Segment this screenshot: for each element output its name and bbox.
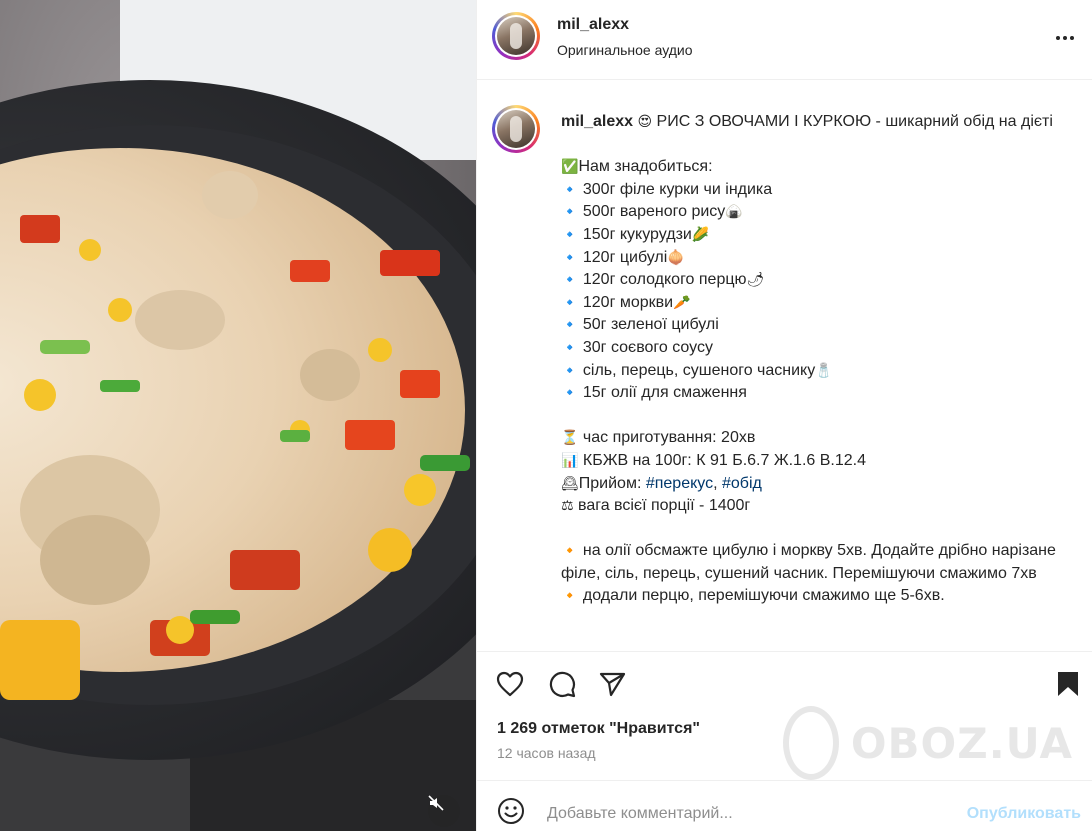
caption-text: 50г зеленої цибулі (578, 316, 719, 334)
caption-avatar[interactable] (492, 105, 540, 153)
caption-text: на олії обсмажте цибулю і моркву 5хв. До… (561, 542, 1056, 582)
speaker-muted-icon (428, 795, 444, 811)
caption-line (561, 134, 1071, 157)
caption-area: mil_alexx 😍 РИС З ОВОЧАМИ І КУРКОЮ - шик… (477, 81, 1092, 650)
caption-text: 500г вареного рису (578, 203, 726, 221)
caption-text: час приготування: 20хв (578, 429, 756, 447)
emoji-icon: 🕰 (561, 475, 579, 492)
caption-line: 🕰Прийом: #перекус, #обід (561, 474, 762, 492)
emoji-icon: 😍 (637, 114, 653, 130)
emoji-icon: 🔹 (561, 362, 579, 379)
caption-line: 📊 КБЖВ на 100г: К 91 Б.6.7 Ж.1.6 В.12.4 (561, 450, 1071, 473)
post-time[interactable]: 12 часов назад (497, 745, 596, 761)
caption-text: сіль, перець, сушеного часнику (578, 361, 816, 379)
caption-text: РИС З ОВОЧАМИ І КУРКОЮ - шикарний обід н… (652, 113, 1053, 130)
mute-button[interactable] (428, 795, 460, 827)
comment-icon (549, 671, 576, 698)
caption-line: 🔸 на олії обсмажте цибулю і моркву 5хв. … (561, 540, 1071, 585)
caption-text: 300г філе курки чи індика (578, 180, 773, 198)
food-photo (0, 0, 476, 831)
emoji-icon: 🔹 (561, 294, 579, 311)
watermark: OBOZ.UA (783, 703, 1073, 783)
caption-text: Нам знадобиться: (578, 158, 713, 176)
emoji-icon: 🌽 (691, 226, 710, 243)
emoji-icon: 🔹 (561, 181, 579, 198)
bookmark-icon (1058, 672, 1078, 696)
emoji-icon: 🔹 (561, 385, 579, 402)
caption-text: 15г олії для смаження (578, 384, 747, 402)
caption-text: 120г солодкого перцю (578, 271, 747, 289)
caption-line: 🔹 300г філе курки чи індика (561, 179, 1071, 202)
heart-icon (496, 671, 524, 697)
more-options-button[interactable] (1053, 26, 1077, 50)
username-link[interactable]: mil_alexx (557, 16, 629, 34)
audio-label[interactable]: Оригинальное аудио (557, 42, 693, 58)
comment-button[interactable] (547, 669, 577, 699)
emoji-button[interactable] (497, 797, 525, 825)
caption-text: 150г кукурудзи (578, 225, 692, 243)
caption-username-link[interactable]: mil_alexx (561, 113, 638, 130)
emoji-icon: 🔹 (561, 339, 579, 356)
emoji-icon: 🧂 (815, 362, 833, 379)
caption-line: 🔹 сіль, перець, сушеного часнику🧂 (561, 360, 1071, 383)
emoji-icon: 🌶 (746, 272, 765, 289)
watermark-brand: OBOZ.UA (850, 718, 1073, 768)
post-media-image[interactable] (0, 0, 476, 831)
emoji-icon: 🔸 (561, 543, 579, 560)
post-header: mil_alexx Оригинальное аудио (477, 0, 1092, 80)
caption-title: mil_alexx 😍 РИС З ОВОЧАМИ І КУРКОЮ - шик… (561, 111, 1071, 134)
caption-line (561, 518, 1071, 541)
caption-text: КБЖВ на 100г: К 91 Б.6.7 Ж.1.6 В.12.4 (578, 451, 866, 469)
caption-line: 🔹 50г зеленої цибулі (561, 314, 1071, 337)
publish-button[interactable]: Опубликовать (967, 805, 1081, 823)
caption-line: 🔹 150г кукурудзи🌽 (561, 224, 1071, 247)
emoji-icon: 📊 (561, 452, 579, 469)
emoji-icon: 🔸 (561, 588, 579, 605)
caption-line: ⚖ вага всієї порції - 1400г (561, 495, 1071, 518)
avatar[interactable] (492, 12, 540, 60)
action-bar (477, 651, 1092, 711)
caption-line: 🔹 120г солодкого перцю🌶 (561, 269, 1071, 292)
emoji-icon: 🍙 (725, 204, 743, 221)
caption-line: ⏳ час приготування: 20хв (561, 427, 1071, 450)
emoji-icon: 🥕 (673, 294, 691, 311)
caption-line: 🔹 120г цибулі🧅 (561, 247, 1071, 270)
globe-logo-icon (783, 706, 839, 780)
emoji-icon: 🔹 (561, 249, 579, 266)
caption-line: 🔹 30г соєвого соусу (561, 337, 1071, 360)
likes-count[interactable]: 1 269 отметок "Нравится" (497, 720, 700, 738)
emoji-icon: ⚖ (561, 498, 574, 515)
caption-line: 🔹 500г вареного рису🍙 (561, 201, 1071, 224)
caption-text: 120г цибулі (578, 248, 668, 266)
emoji-icon: ⏳ (561, 430, 579, 447)
caption-line: 🔹 120г моркви🥕 (561, 292, 1071, 315)
caption-text: 120г моркви (578, 293, 674, 311)
caption-line (561, 405, 1071, 428)
emoji-icon: 🔹 (561, 272, 579, 289)
post-caption: mil_alexx 😍 РИС З ОВОЧАМИ І КУРКОЮ - шик… (561, 111, 1071, 608)
emoji-icon: 🔹 (561, 204, 579, 221)
caption-text: 30г соєвого соусу (578, 338, 713, 356)
share-button[interactable] (597, 669, 627, 699)
hashtag-link[interactable]: #перекус (646, 475, 713, 492)
comment-input[interactable]: Добавьте комментарий... (547, 805, 733, 823)
emoji-icon: 🔹 (561, 317, 579, 334)
hashtag-link[interactable]: #обід (722, 475, 762, 492)
smiley-icon (498, 798, 524, 824)
caption-text: вага всієї порції - 1400г (573, 497, 751, 515)
more-horizontal-icon (1056, 36, 1074, 40)
emoji-icon: ✅ (561, 159, 579, 176)
caption-text: Прийом: (578, 474, 646, 492)
caption-line: 🔸 додали перцю, перемішуючи смажимо ще 5… (561, 585, 1071, 608)
caption-line: 🔹 15г олії для смаження (561, 382, 1071, 405)
post-panel: mil_alexx Оригинальное аудио mil_alexx 😍… (476, 0, 1092, 831)
send-icon (599, 672, 626, 697)
caption-line: ✅Нам знадобиться: (561, 156, 1071, 179)
caption-text: додали перцю, перемішуючи смажимо ще 5-6… (578, 587, 945, 605)
like-button[interactable] (495, 669, 525, 699)
emoji-icon: 🧅 (667, 249, 685, 266)
save-button[interactable] (1053, 669, 1083, 699)
emoji-icon: 🔹 (561, 226, 579, 243)
comment-bar: Добавьте комментарий... Опубликовать (477, 780, 1092, 831)
